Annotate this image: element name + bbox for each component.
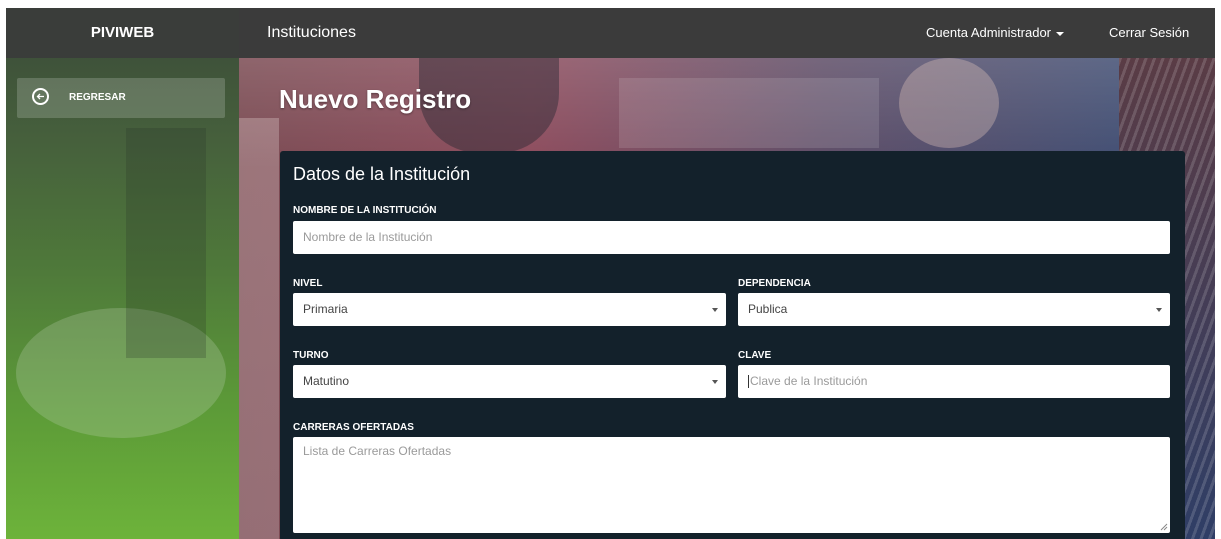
- level-selected-value: Primaria: [303, 302, 348, 316]
- institution-form: Datos de la Institución NOMBRE DE LA INS…: [280, 151, 1185, 539]
- shift-select[interactable]: Matutino: [293, 365, 726, 398]
- brand-logo[interactable]: PIVIWEB: [6, 8, 239, 58]
- institution-name-label: NOMBRE DE LA INSTITUCIÓN: [293, 205, 437, 216]
- triangle-down-icon: [712, 380, 718, 384]
- key-label: CLAVE: [738, 350, 772, 361]
- account-label: Cuenta Administrador: [926, 25, 1052, 40]
- page-title: Nuevo Registro: [279, 84, 472, 114]
- level-select[interactable]: Primaria: [293, 293, 726, 326]
- resize-grip-icon[interactable]: [1160, 523, 1168, 531]
- key-input[interactable]: Clave de la Institución: [738, 365, 1170, 398]
- background-decoration: [126, 128, 206, 358]
- dependency-label: DEPENDENCIA: [738, 278, 811, 289]
- background-decoration: [899, 58, 999, 148]
- background-decoration: [619, 78, 879, 148]
- shift-label: TURNO: [293, 350, 329, 361]
- triangle-down-icon: [712, 308, 718, 312]
- careers-textarea[interactable]: Lista de Carreras Ofertadas: [293, 437, 1170, 533]
- level-label: NIVEL: [293, 278, 323, 289]
- back-button[interactable]: REGRESAR: [17, 78, 225, 118]
- caret-down-icon: [1056, 31, 1065, 36]
- shift-selected-value: Matutino: [303, 374, 350, 388]
- main-area: Instituciones Cuenta Administrador Cerra…: [239, 8, 1215, 539]
- back-button-label: REGRESAR: [69, 92, 126, 103]
- top-navbar: Instituciones Cuenta Administrador Cerra…: [239, 8, 1215, 58]
- triangle-down-icon: [1156, 308, 1162, 312]
- circle-arrow-left-icon: [32, 88, 49, 105]
- dependency-select[interactable]: Publica: [738, 293, 1170, 326]
- institution-name-placeholder: Nombre de la Institución: [303, 230, 433, 244]
- section-title: Instituciones: [267, 24, 356, 41]
- key-placeholder: Clave de la Institución: [750, 374, 868, 388]
- logout-link[interactable]: Cerrar Sesión: [1109, 8, 1189, 58]
- sidebar: PIVIWEB REGRESAR: [6, 8, 239, 539]
- text-cursor: [748, 375, 749, 389]
- app-frame: PIVIWEB REGRESAR Instituciones Cuenta Ad…: [6, 8, 1215, 539]
- dependency-selected-value: Publica: [748, 302, 788, 316]
- account-dropdown[interactable]: Cuenta Administrador: [926, 8, 1065, 58]
- form-title: Datos de la Institución: [293, 164, 471, 184]
- hero-background: Nuevo Registro Datos de la Institución N…: [239, 58, 1215, 539]
- careers-placeholder: Lista de Carreras Ofertadas: [303, 444, 452, 458]
- institution-name-input[interactable]: Nombre de la Institución: [293, 221, 1170, 254]
- background-decoration: [239, 118, 279, 539]
- careers-label: CARRERAS OFERTADAS: [293, 422, 414, 433]
